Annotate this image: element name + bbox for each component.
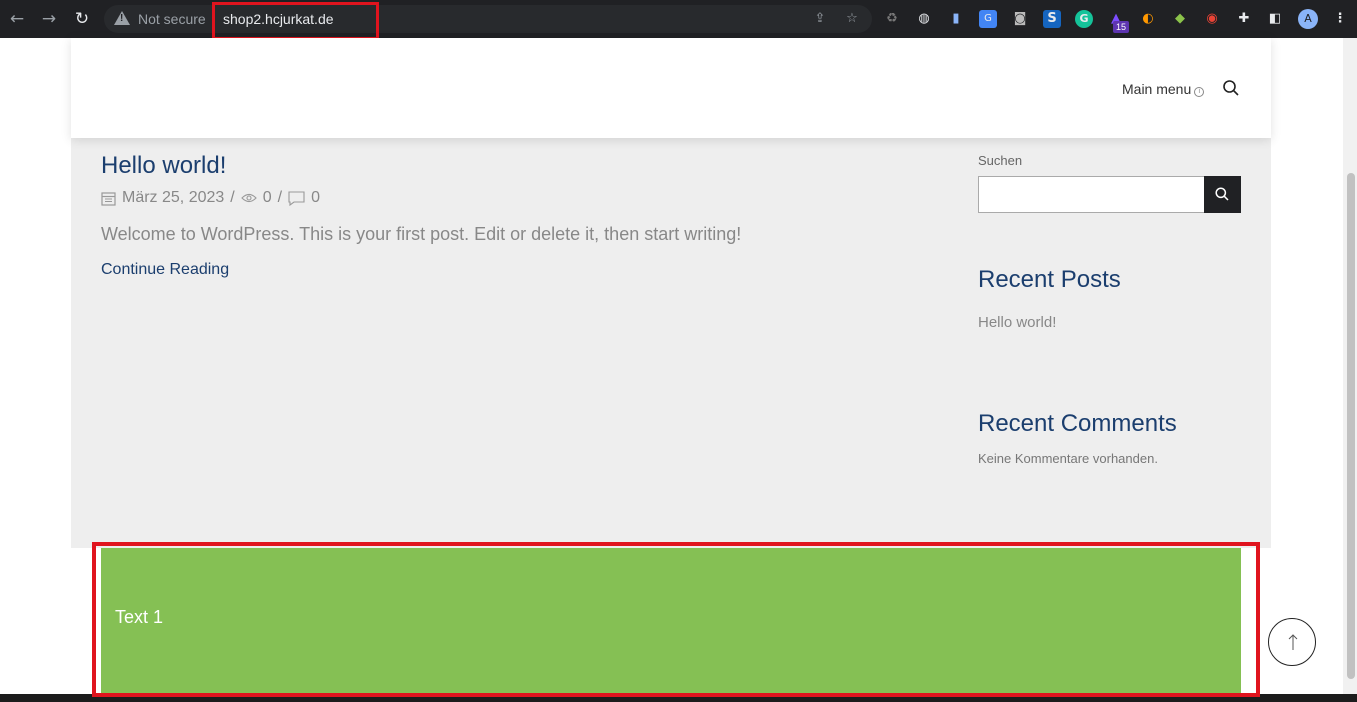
search-icon[interactable] bbox=[1223, 80, 1239, 96]
highlight-box bbox=[92, 542, 1260, 697]
comment-icon bbox=[288, 190, 305, 206]
side-panel-icon[interactable]: ◧ bbox=[1266, 10, 1284, 28]
bookmark-star-icon[interactable]: ☆ bbox=[843, 10, 861, 28]
sidebar-search-button[interactable] bbox=[1204, 176, 1241, 213]
meta-separator: / bbox=[230, 189, 235, 206]
post-title[interactable]: Hello world! bbox=[101, 152, 226, 180]
scroll-to-top-button[interactable] bbox=[1268, 618, 1316, 666]
reload-icon[interactable]: ↻ bbox=[71, 8, 93, 30]
arrow-up-icon bbox=[1288, 634, 1298, 650]
content-area: Hello world! März 25, 2023 / 0 / 0 Welco… bbox=[71, 138, 1271, 548]
main-menu-link[interactable]: Main menu i bbox=[1122, 81, 1205, 97]
meta-separator: / bbox=[277, 189, 283, 206]
extensions-puzzle-icon[interactable]: ✚ bbox=[1235, 10, 1253, 28]
post-date[interactable]: März 25, 2023 bbox=[122, 189, 224, 207]
post-views-count: 0 bbox=[262, 189, 272, 206]
info-icon: i bbox=[1194, 87, 1205, 97]
warning-icon bbox=[114, 11, 130, 25]
grammarly-extension-icon[interactable]: G bbox=[1075, 10, 1093, 28]
profile-avatar[interactable]: A bbox=[1298, 9, 1318, 29]
post-meta: März 25, 2023 / 0 / 0 bbox=[101, 189, 320, 207]
sidebar-search-input[interactable] bbox=[978, 176, 1205, 213]
recycle-extension-icon[interactable]: ♻ bbox=[883, 10, 901, 28]
url-highlight-box bbox=[212, 2, 379, 40]
post-comments-count[interactable]: 0 bbox=[311, 189, 320, 207]
translate-extension-icon[interactable]: G bbox=[979, 10, 997, 28]
security-status[interactable]: Not secure bbox=[138, 11, 206, 27]
moon-extension-icon[interactable]: ◐ bbox=[1139, 10, 1157, 28]
scrollbar-thumb[interactable] bbox=[1347, 173, 1355, 679]
browser-toolbar: ← → ↻ Not secure shop2.hcjurkat.de ⇪ ☆ ♻… bbox=[0, 0, 1357, 40]
browser-menu-icon[interactable]: ⋮ bbox=[1331, 10, 1349, 28]
s-extension-icon[interactable]: S bbox=[1043, 10, 1061, 28]
extension-badge: 15 bbox=[1113, 21, 1129, 33]
chrome-extension-icon[interactable]: ◉ bbox=[1203, 10, 1221, 28]
calendar-icon bbox=[101, 191, 116, 206]
no-comments-text: Keine Kommentare vorhanden. bbox=[978, 451, 1158, 466]
back-icon[interactable]: ← bbox=[6, 8, 28, 30]
main-menu-label[interactable]: Main menu bbox=[1122, 81, 1191, 97]
camera-extension-icon[interactable]: ◙ bbox=[1011, 10, 1029, 28]
recent-posts-heading: Recent Posts bbox=[978, 266, 1121, 293]
recent-comments-heading: Recent Comments bbox=[978, 410, 1177, 437]
post-excerpt: Welcome to WordPress. This is your first… bbox=[101, 224, 742, 244]
eye-icon bbox=[240, 193, 257, 203]
globe-extension-icon[interactable]: ◍ bbox=[915, 10, 933, 28]
site-header: Main menu i bbox=[71, 38, 1271, 138]
docs-extension-icon[interactable]: ▮ bbox=[947, 10, 965, 28]
leaf-extension-icon[interactable]: ◆ bbox=[1171, 10, 1189, 28]
continue-reading-link[interactable]: Continue Reading bbox=[101, 261, 229, 279]
search-icon bbox=[1215, 187, 1229, 201]
search-widget-label: Suchen bbox=[978, 153, 1023, 168]
forward-icon[interactable]: → bbox=[38, 8, 60, 30]
share-icon[interactable]: ⇪ bbox=[811, 10, 829, 28]
recent-post-link[interactable]: Hello world! bbox=[978, 314, 1056, 331]
